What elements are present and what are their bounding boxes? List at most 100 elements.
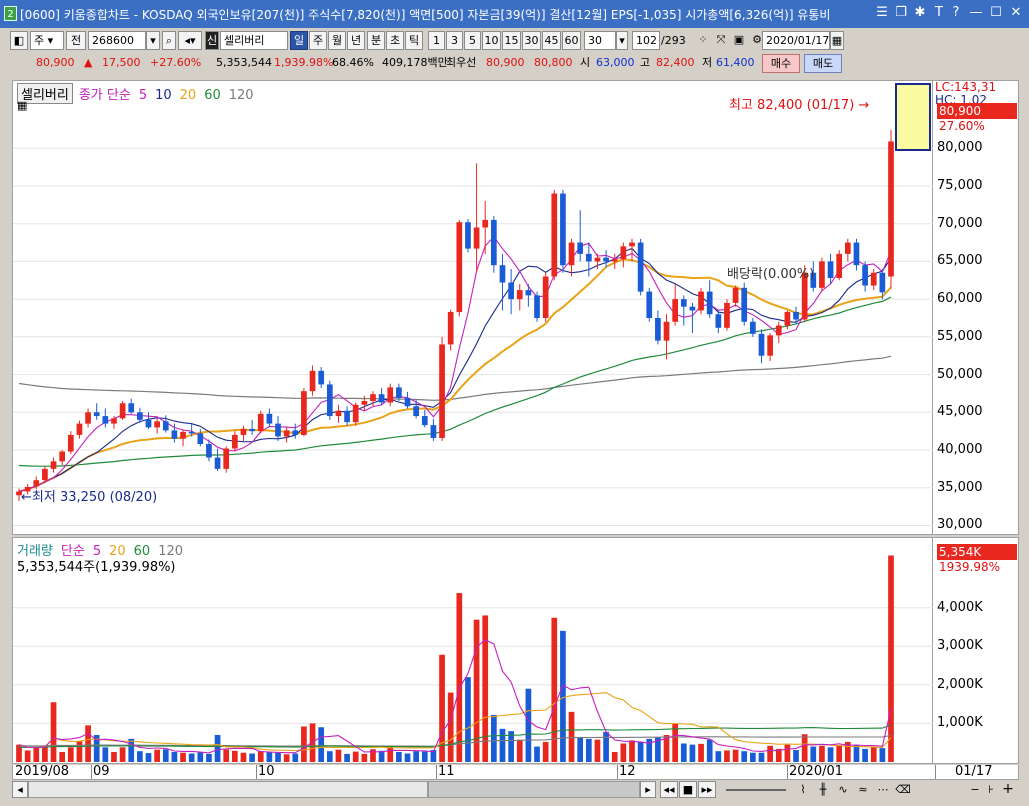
candle-body — [309, 370, 316, 392]
volume-bar — [594, 739, 601, 762]
x-divider — [617, 765, 618, 779]
help-icon[interactable]: ? — [948, 5, 964, 21]
interval-3[interactable]: 3 — [446, 31, 463, 50]
volume-bar — [50, 702, 57, 762]
zoom-minus-icon[interactable]: − — [968, 781, 982, 800]
stock-code-input[interactable]: 268600 — [88, 31, 146, 50]
fast-forward-icon[interactable]: ▸▸ — [698, 781, 716, 798]
scroll-left-icon[interactable]: ◂ — [12, 781, 28, 798]
candle-body — [724, 302, 730, 328]
prev-button[interactable]: 전 — [66, 31, 86, 50]
tab-month[interactable]: 월 — [328, 31, 346, 50]
stop-icon[interactable]: ■ — [679, 781, 697, 798]
interval-input[interactable]: 30 — [584, 31, 616, 50]
candle-body — [145, 419, 152, 428]
interval-45[interactable]: 45 — [542, 31, 561, 50]
price-chart[interactable] — [13, 81, 934, 536]
tab-week[interactable]: 주 — [309, 31, 327, 50]
volume-bar — [473, 619, 480, 762]
tab-second[interactable]: 초 — [386, 31, 404, 50]
rewind-icon[interactable]: ◂◂ — [660, 781, 678, 798]
font-icon[interactable]: T — [931, 5, 947, 21]
zoom-reset-icon[interactable]: ⊦ — [984, 781, 998, 800]
current-price: 80,900 — [36, 56, 75, 69]
volume-bar — [352, 751, 359, 762]
candle-body — [223, 448, 230, 469]
x-divider — [436, 765, 437, 779]
scroll-thumb[interactable] — [428, 781, 640, 798]
volume-bar — [85, 725, 91, 762]
bar-icon[interactable]: ╫ — [814, 781, 832, 800]
pattern-icon[interactable]: ⋯ — [874, 781, 892, 800]
sound-icon[interactable]: ◂▾ — [178, 31, 202, 50]
eraser-icon[interactable]: ⌫ — [894, 781, 912, 800]
interval-spin-icon[interactable]: ▾ — [616, 31, 628, 50]
crosshair-icon[interactable]: ⤧ — [712, 31, 730, 50]
candle-body — [473, 227, 480, 249]
volume-chart-panel[interactable]: 거래량 단순 5 20 60 120 5,353,544주(1,939.98%) — [12, 537, 934, 764]
tab-tick[interactable]: 틱 — [405, 31, 423, 50]
x-label-end: 01/17 — [955, 764, 993, 779]
tab-minute[interactable]: 분 — [367, 31, 385, 50]
volume-bar — [629, 740, 635, 762]
high-annotation: 최고 82,400 (01/17) → — [729, 98, 870, 113]
grid-icon[interactable]: ⁘ — [694, 31, 712, 50]
code-dropdown-icon[interactable]: ▾ — [146, 31, 160, 50]
volume-bar — [387, 746, 394, 762]
candle-body — [577, 242, 584, 254]
zoom-plus-icon[interactable]: + — [1000, 781, 1016, 800]
interval-30[interactable]: 30 — [522, 31, 541, 50]
chart-scrollbar[interactable]: ◂ ▸ ◂◂ ■ ▸▸ ⌇ ╫ ∿ ≈ ⋯ ⌫ − ⊦ + — [10, 781, 1020, 799]
line-icon[interactable]: ∿ — [834, 781, 852, 800]
tab-year[interactable]: 년 — [347, 31, 365, 50]
close-icon[interactable]: ✕ — [1008, 5, 1024, 21]
candle-body — [162, 421, 169, 431]
interval-1[interactable]: 1 — [428, 31, 445, 50]
price-tick-label: 40,000 — [937, 442, 983, 458]
minimize-icon[interactable]: — — [968, 5, 984, 21]
candle-body — [767, 335, 773, 356]
volume-bar — [24, 750, 31, 762]
volume-bar — [577, 736, 584, 762]
zoom-chart-icon[interactable]: ⌇ — [794, 781, 812, 800]
save-icon[interactable]: ▣ — [730, 31, 748, 50]
buy-button[interactable]: 매수 — [762, 54, 800, 73]
candle-body — [793, 311, 799, 320]
scroll-track[interactable] — [28, 781, 428, 798]
restore-icon[interactable]: ❐ — [893, 5, 909, 21]
candle-body — [266, 413, 273, 424]
maximize-icon[interactable]: ☐ — [988, 5, 1004, 21]
date-input[interactable]: 2020/01/17 — [762, 31, 830, 50]
zoom-slider-track[interactable] — [726, 789, 786, 791]
calendar-icon[interactable]: ▦ — [830, 31, 844, 50]
candle-body — [119, 403, 126, 419]
pin-icon[interactable]: ✱ — [912, 5, 928, 21]
price-tick-label: 30,000 — [937, 517, 983, 533]
high-label: 고 — [640, 56, 651, 69]
interval-60[interactable]: 60 — [562, 31, 581, 50]
interval-10[interactable]: 10 — [482, 31, 501, 50]
interval-5[interactable]: 5 — [464, 31, 481, 50]
volume-bar — [551, 617, 558, 762]
price-chart-panel[interactable]: 셀리버리 종가 단순 5 10 20 60 120 ▦ 최고 82,400 (01/17) … — [12, 80, 934, 536]
scroll-right-icon[interactable]: ▸ — [640, 781, 656, 798]
chart-menu-icon[interactable]: ◧ — [10, 31, 28, 50]
ma5-legend: 5 — [138, 88, 148, 103]
wave-icon[interactable]: ≈ — [854, 781, 872, 800]
interval-15[interactable]: 15 — [502, 31, 521, 50]
candle-body — [301, 391, 307, 435]
tab-day[interactable]: 일 — [290, 31, 308, 50]
volume-bar — [180, 752, 186, 762]
low-label: 저 — [702, 56, 713, 69]
period-select[interactable]: 주 ▾ — [30, 31, 64, 50]
candle-body — [137, 412, 143, 420]
count-input[interactable]: 102 — [632, 31, 660, 50]
volume-bar — [447, 692, 454, 762]
candle-body — [637, 242, 644, 292]
sell-button[interactable]: 매도 — [804, 54, 842, 73]
table-icon[interactable]: ▦ — [17, 99, 27, 112]
search-icon[interactable]: ⌕ — [162, 31, 176, 50]
volume-bar — [741, 751, 748, 762]
candle-body — [456, 222, 463, 312]
list-icon[interactable]: ☰ — [874, 5, 890, 21]
